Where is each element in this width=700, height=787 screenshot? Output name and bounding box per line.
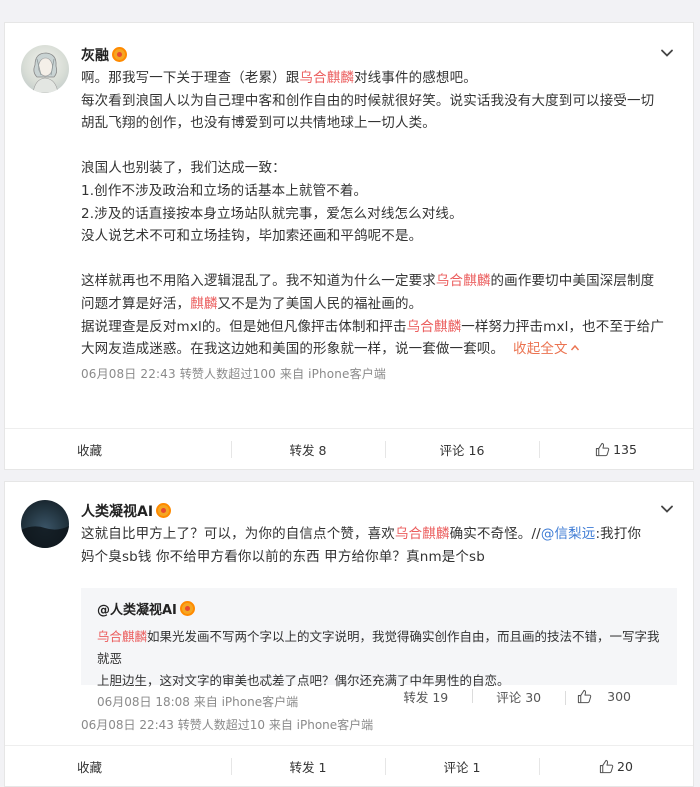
like-count: 135	[613, 441, 637, 457]
text-segment: 的画作要切中美国深层制度	[490, 273, 655, 290]
favorite-button[interactable]: 收藏	[5, 429, 231, 469]
text-segment: 大网友造成迷惑。在我这边她和美国的形象就一样，说一套做一套呗。	[81, 341, 505, 358]
collapse-link[interactable]: 收起全文	[513, 341, 580, 357]
repost-label: 转发 1	[289, 759, 327, 775]
quoted-comment-button[interactable]: 评论 30	[472, 687, 565, 706]
post-content: 啊。那我写一下关于理查（老累）跟乌合麒麟对线事件的感想吧。 每次看到浪国人以为自…	[81, 67, 677, 385]
avatar-photo-icon	[21, 526, 69, 548]
quoted-meta: 06月08日 18:08 来自 iPhone客户端	[97, 695, 299, 709]
favorite-label: 收藏	[77, 759, 103, 775]
topic-link[interactable]: 麒麟	[190, 296, 217, 312]
chevron-up-icon	[570, 345, 579, 351]
like-button[interactable]: 20	[539, 746, 693, 786]
text-segment: 又不是为了美国人民的福祉画的。	[217, 295, 423, 312]
topic-link[interactable]: 乌合麒麟	[299, 70, 354, 86]
username[interactable]: 灰融	[81, 45, 127, 65]
post-line: 每次看到浪国人以为自己理中客和创作自由的时候就很好笑。说实话我没有大度到可以接受…	[81, 92, 655, 109]
post-meta: 06月08日 22:43 转赞人数超过10 来自 iPhone客户端	[81, 718, 374, 732]
action-bar: 收藏 转发 8 评论 16 135	[5, 428, 693, 469]
comment-button[interactable]: 评论 1	[385, 746, 539, 786]
favorite-button[interactable]: 收藏	[5, 746, 231, 786]
vip-badge-icon	[112, 47, 127, 62]
post-line: 2.涉及的话直接按本身立场站队就完事，爱怎么对线怎么对线。	[81, 205, 463, 222]
post-line: 这样就再也不用陷入逻辑混乱了。我不知道为什么一定要求乌合麒麟的画作要切中美国深层…	[81, 270, 677, 293]
username[interactable]: 人类凝视AI	[81, 501, 172, 521]
topic-link[interactable]: 乌合麒麟	[97, 629, 147, 644]
action-bar: 收藏 转发 1 评论 1 20	[5, 745, 693, 786]
text-segment: 对线事件的感想吧。	[354, 70, 477, 86]
comment-button[interactable]: 评论 16	[385, 429, 539, 469]
topic-link[interactable]: 乌合麒麟	[395, 526, 450, 542]
chevron-down-icon[interactable]	[659, 45, 675, 61]
thumbs-up-icon	[595, 442, 610, 456]
text-segment: 如果光发画不写两个字以上的文字说明，我觉得确实创作自由，而且画的技法不错，一写字…	[97, 629, 660, 666]
text-segment: 这就自比甲方上了？可以，为你的自信点个赞，喜欢	[81, 526, 395, 542]
text-segment: 啊。那我写一下关于理查（老累）跟	[81, 70, 300, 86]
post-line: 胡乱飞翔的创作，也没有博爱到可以共情地球上一切人类。	[81, 115, 436, 132]
repost-button[interactable]: 转发 8	[231, 429, 385, 469]
collapse-label[interactable]: 收起全文	[513, 341, 568, 357]
quoted-repost-label: 转发 19	[403, 690, 449, 705]
repost-button[interactable]: 转发 1	[231, 746, 385, 786]
avatar-illustration-icon	[32, 52, 59, 93]
post-meta: 06月08日 22:43 转赞人数超过100 来自 iPhone客户端	[81, 366, 387, 381]
repost-label: 转发 8	[289, 442, 327, 458]
topic-link[interactable]: 乌合麒麟	[436, 273, 491, 289]
avatar[interactable]	[21, 45, 69, 93]
post-line: 据说理查是反对mxl的。但是她但凡像抨击体制和抨击乌合麒麟一样努力抨击mxl，也…	[81, 316, 677, 339]
username-text[interactable]: 灰融	[81, 48, 109, 64]
vip-badge-icon	[179, 601, 195, 616]
quoted-repost-button[interactable]: 转发 19	[379, 687, 472, 706]
text-segment: 一样努力抨击mxl，也不至于给广	[461, 318, 665, 335]
username-text[interactable]: 人类凝视AI	[81, 504, 153, 520]
comment-label: 评论 16	[439, 442, 485, 458]
quoted-like-button[interactable]: 300	[565, 689, 655, 705]
post-line: 浪国人也别装了，我们达成一致：	[81, 160, 286, 177]
quoted-comment-label: 评论 30	[496, 690, 542, 705]
quoted-line: 乌合麒麟如果光发画不写两个字以上的文字说明，我觉得确实创作自由，而且画的技法不错…	[97, 626, 661, 670]
vip-badge-icon	[156, 503, 172, 518]
comment-label: 评论 1	[443, 759, 481, 775]
text-segment: 问题才算是好活，	[81, 295, 191, 312]
like-count: 20	[617, 758, 633, 774]
post-line: 妈个臭sb钱 你不给甲方看你以前的东西 甲方给你单？真nm是个sb	[81, 549, 485, 565]
quoted-post[interactable]: @人类凝视AI 乌合麒麟如果光发画不写两个字以上的文字说明，我觉得确实创作自由，…	[81, 588, 677, 688]
post-line: 问题才算是好活，麒麟又不是为了美国人民的福祉画的。	[81, 293, 677, 316]
post-line: 啊。那我写一下关于理查（老累）跟乌合麒麟对线事件的感想吧。	[81, 67, 677, 90]
chevron-down-icon[interactable]	[659, 501, 675, 517]
text-segment: 确实不奇怪。//	[449, 526, 541, 542]
post-line: 1.创作不涉及政治和立场的话基本上就管不着。	[81, 182, 368, 199]
quoted-username-row: @人类凝视AI	[97, 600, 661, 622]
topic-link[interactable]: 乌合麒麟	[407, 319, 462, 335]
quoted-actions: 转发 19 评论 30 300	[379, 687, 655, 706]
mention-link[interactable]: @信梨远	[541, 526, 596, 542]
post-content: 这就自比甲方上了？可以，为你的自信点个赞，喜欢乌合麒麟确实不奇怪。//@信梨远:…	[81, 523, 677, 569]
quoted-like-count: 300	[607, 689, 631, 704]
post-line: 没人说艺术不可和立场挂钩，毕加索还画和平鸽呢不是。	[81, 228, 423, 245]
like-button[interactable]: 135	[539, 429, 693, 469]
text-segment: 据说理查是反对mxl的。但是她但凡像抨击体制和抨击	[81, 318, 407, 335]
quoted-username[interactable]: @人类凝视AI	[97, 603, 177, 618]
thumbs-up-icon	[578, 689, 592, 704]
post-line: 大网友造成迷惑。在我这边她和美国的形象就一样，说一套做一套呗。 收起全文	[81, 338, 677, 361]
text-segment: 这样就再也不用陷入逻辑混乱了。我不知道为什么一定要求	[81, 273, 436, 290]
weibo-post: 灰融 啊。那我写一下关于理查（老累）跟乌合麒麟对线事件的感想吧。 每次看到浪国人…	[4, 22, 694, 470]
weibo-post: 人类凝视AI 这就自比甲方上了？可以，为你的自信点个赞，喜欢乌合麒麟确实不奇怪。…	[4, 481, 694, 787]
text-segment: :我打你	[595, 526, 642, 542]
favorite-label: 收藏	[77, 442, 103, 458]
thumbs-up-icon	[599, 759, 614, 773]
avatar[interactable]	[21, 500, 69, 548]
post-line: 这就自比甲方上了？可以，为你的自信点个赞，喜欢乌合麒麟确实不奇怪。//@信梨远:…	[81, 523, 677, 546]
